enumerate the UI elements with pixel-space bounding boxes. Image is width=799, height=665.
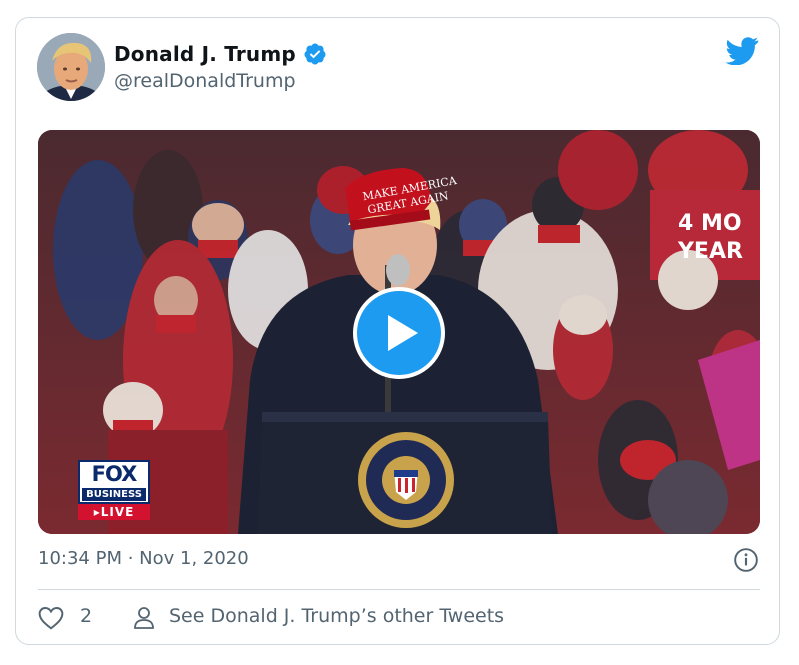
see-other-tweets-link[interactable]: See Donald J. Trump’s other Tweets (133, 604, 553, 630)
play-icon (388, 315, 418, 351)
network-logo-text: FOX (91, 462, 138, 486)
network-sub-text: BUSINESS (82, 488, 146, 501)
twitter-bird-icon[interactable] (725, 37, 759, 65)
info-icon[interactable] (733, 547, 759, 573)
live-badge: ▸LIVE (78, 504, 150, 520)
crowd-sign-text-1: 4 MO (678, 211, 742, 236)
see-other-tweets-label: See Donald J. Trump’s other Tweets (169, 605, 505, 627)
tweet-card: Donald J. Trump @realDonaldTrump 4 MO YE… (15, 17, 780, 645)
tweet-timestamp[interactable]: 10:34 PM · Nov 1, 2020 (38, 548, 249, 569)
person-icon (134, 607, 154, 629)
crowd-sign-text-2: YEAR (677, 239, 743, 264)
play-button[interactable] (353, 287, 445, 379)
like-count: 2 (80, 605, 93, 627)
network-logo: FOX BUSINESS ▸LIVE (78, 460, 150, 520)
handle[interactable]: @realDonaldTrump (114, 70, 296, 92)
avatar[interactable] (37, 33, 105, 101)
divider (38, 589, 760, 590)
avatar-image (37, 33, 105, 101)
tweet-video[interactable]: 4 MO YEAR MAKE AMERICA GREAT AGAIN FOX B… (38, 130, 760, 534)
display-name[interactable]: Donald J. Trump (114, 42, 296, 66)
verified-badge-icon (304, 43, 326, 65)
heart-icon (38, 607, 64, 630)
